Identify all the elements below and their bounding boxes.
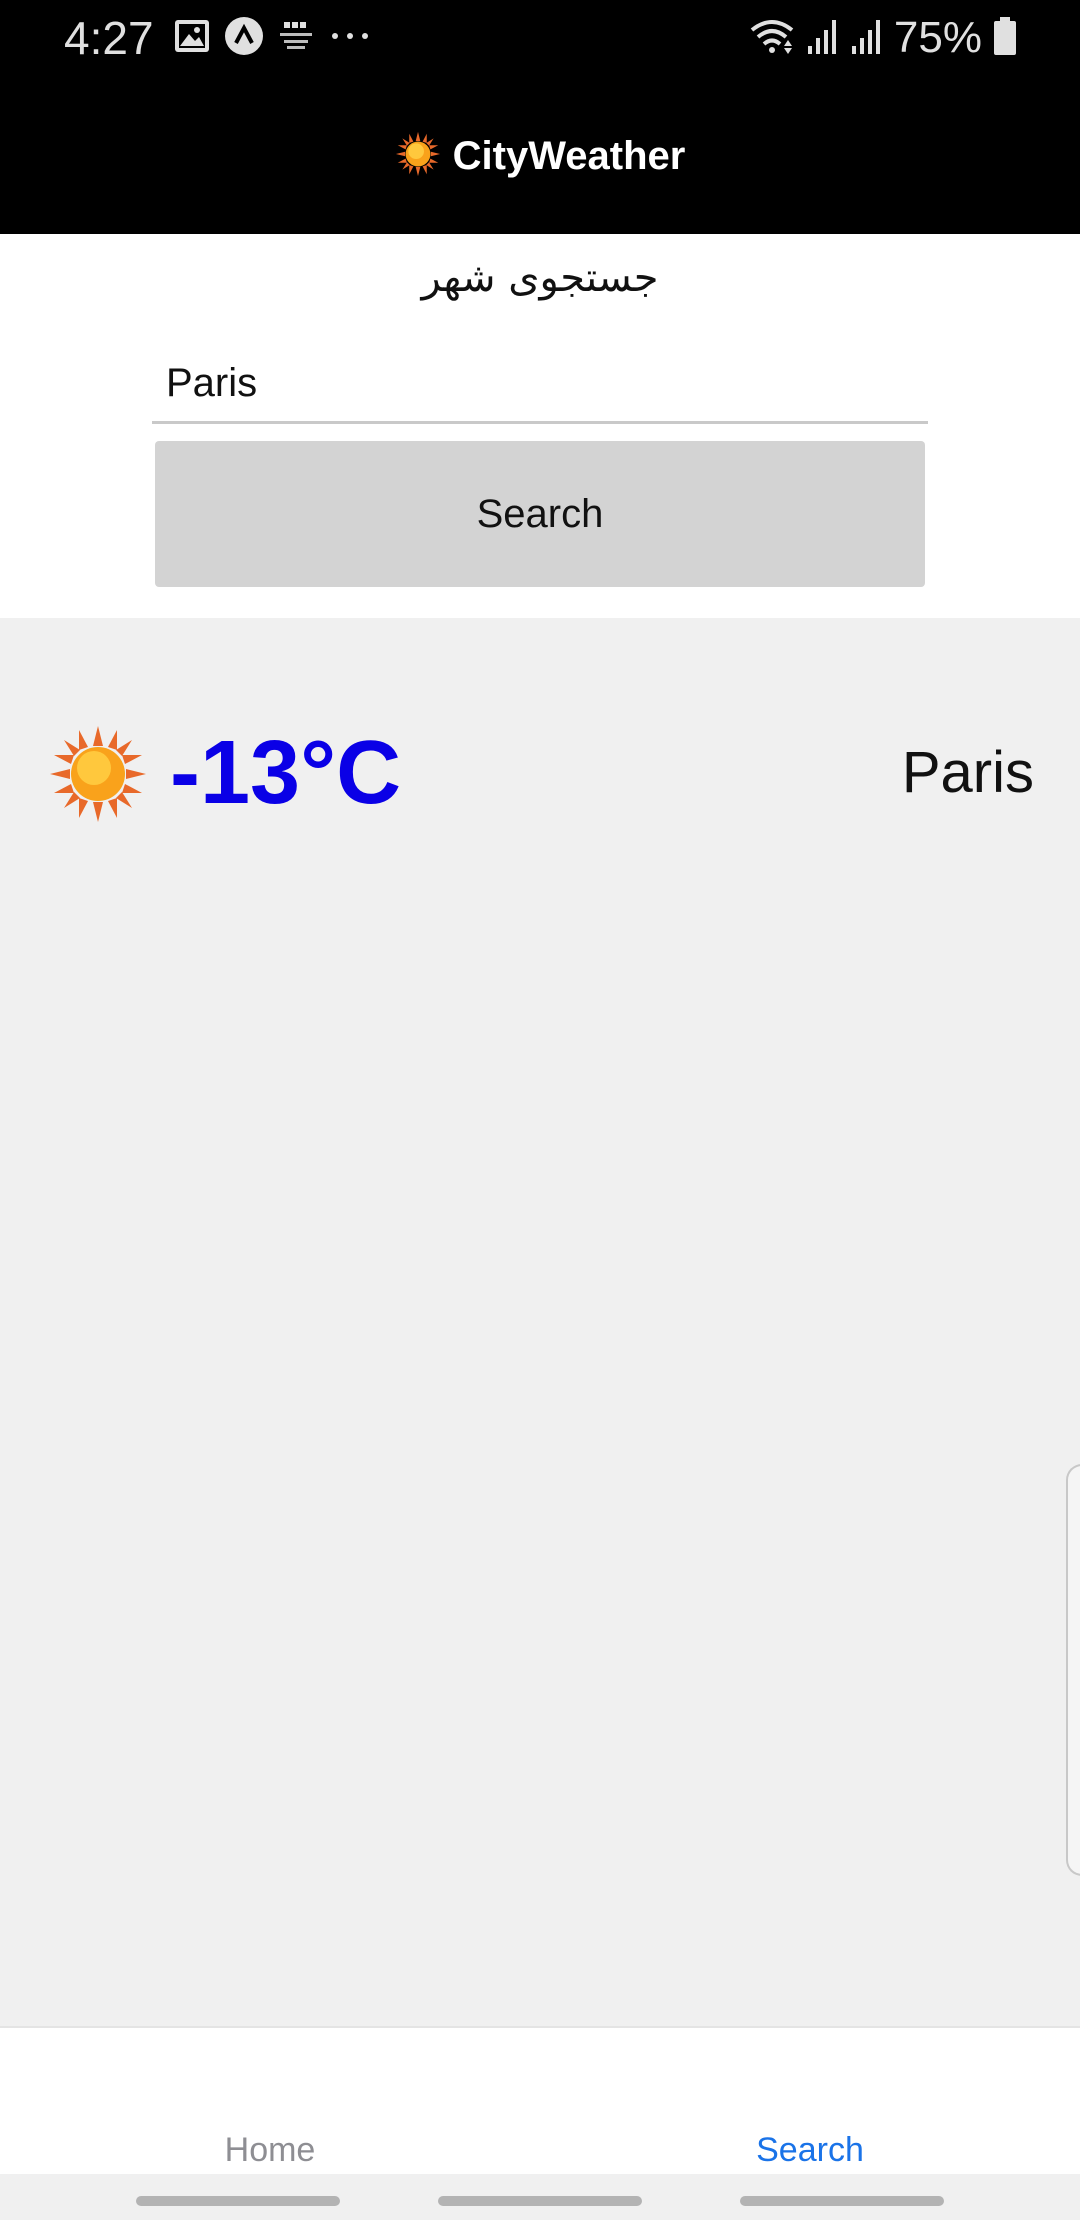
search-heading: جستجوی شهر: [421, 255, 659, 301]
battery-percent: 75%: [893, 13, 982, 62]
back-gesture-pill[interactable]: [740, 2196, 944, 2206]
more-dots-icon: [328, 26, 372, 51]
status-time: 4:27: [64, 12, 154, 64]
gesture-navigation-bar: [0, 2174, 1080, 2220]
city-name: Paris: [901, 740, 1034, 805]
status-bar: 4:27 75%: [0, 0, 1080, 76]
wifi-icon: [748, 16, 796, 61]
image-icon: [174, 19, 210, 58]
edge-panel-handle[interactable]: [1066, 1464, 1080, 1876]
app-title: CityWeather: [452, 134, 686, 178]
signal-icon: [850, 16, 884, 61]
a-logo-icon: [224, 16, 264, 61]
search-button[interactable]: Search: [155, 441, 925, 587]
signal-icon: [806, 16, 840, 61]
sun-icon: [48, 724, 148, 824]
home-gesture-pill[interactable]: [438, 2196, 642, 2206]
temperature-value: -13°C: [170, 723, 402, 823]
sun-icon: [395, 131, 441, 182]
bbc-learning-english-icon: [278, 19, 314, 58]
recents-gesture-pill[interactable]: [136, 2196, 340, 2206]
weather-result-area: -13°C Paris: [0, 618, 1080, 2026]
system-status: 75%: [748, 10, 1018, 66]
battery-icon: [992, 16, 1018, 61]
city-search-input[interactable]: [152, 346, 928, 424]
weather-result-row: -13°C Paris: [48, 708, 1034, 838]
search-panel: جستجوی شهر Search: [0, 234, 1080, 618]
bottom-tab-bar: Home Search: [0, 2026, 1080, 2174]
notification-icons: [174, 16, 372, 60]
tab-search[interactable]: Search: [540, 2028, 1080, 2174]
tab-home[interactable]: Home: [0, 2028, 540, 2174]
app-title-wrap: CityWeather: [395, 131, 686, 182]
app-bar: CityWeather: [0, 76, 1080, 234]
